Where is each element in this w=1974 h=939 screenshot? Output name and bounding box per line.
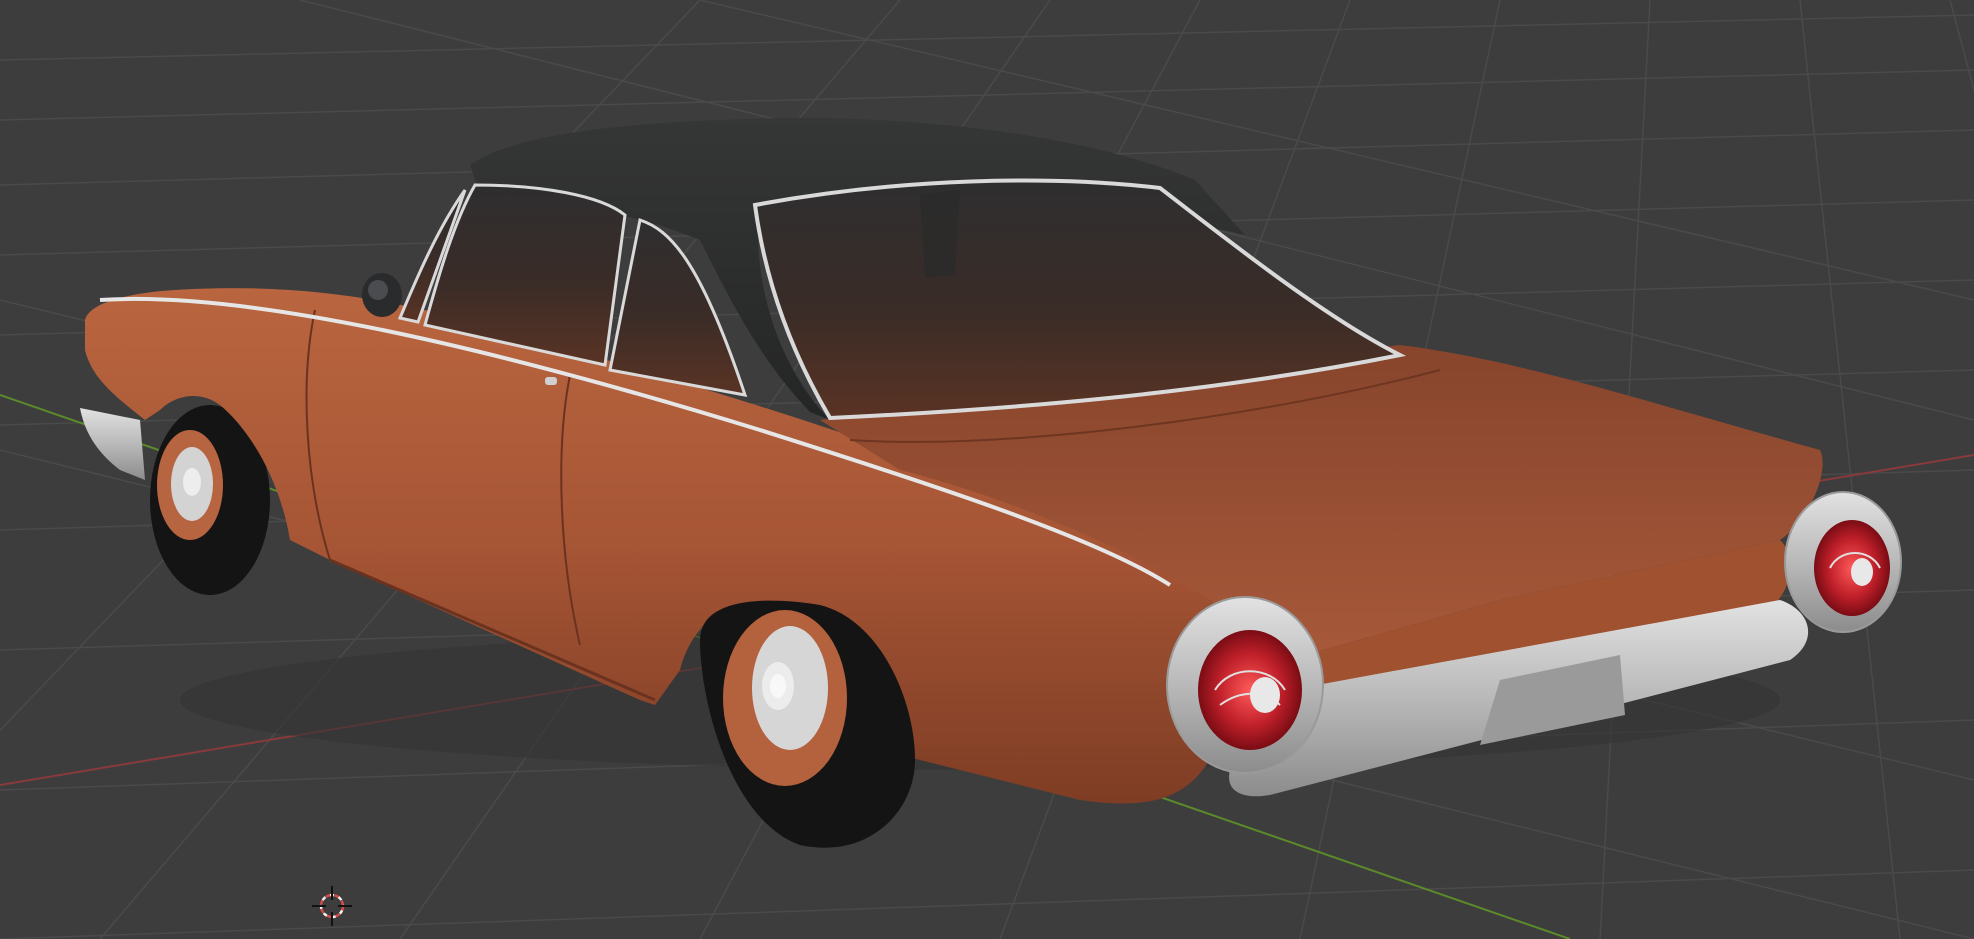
viewport-canvas[interactable] <box>0 0 1974 939</box>
3d-viewport[interactable] <box>0 0 1974 939</box>
door-handle <box>545 377 557 385</box>
side-mirror <box>362 273 402 317</box>
taillight-left <box>1166 596 1324 774</box>
taillight-right <box>1784 491 1902 633</box>
front-bumper <box>80 408 145 480</box>
rear-seat-headrest <box>920 190 960 278</box>
3d-cursor-icon[interactable] <box>312 886 352 926</box>
